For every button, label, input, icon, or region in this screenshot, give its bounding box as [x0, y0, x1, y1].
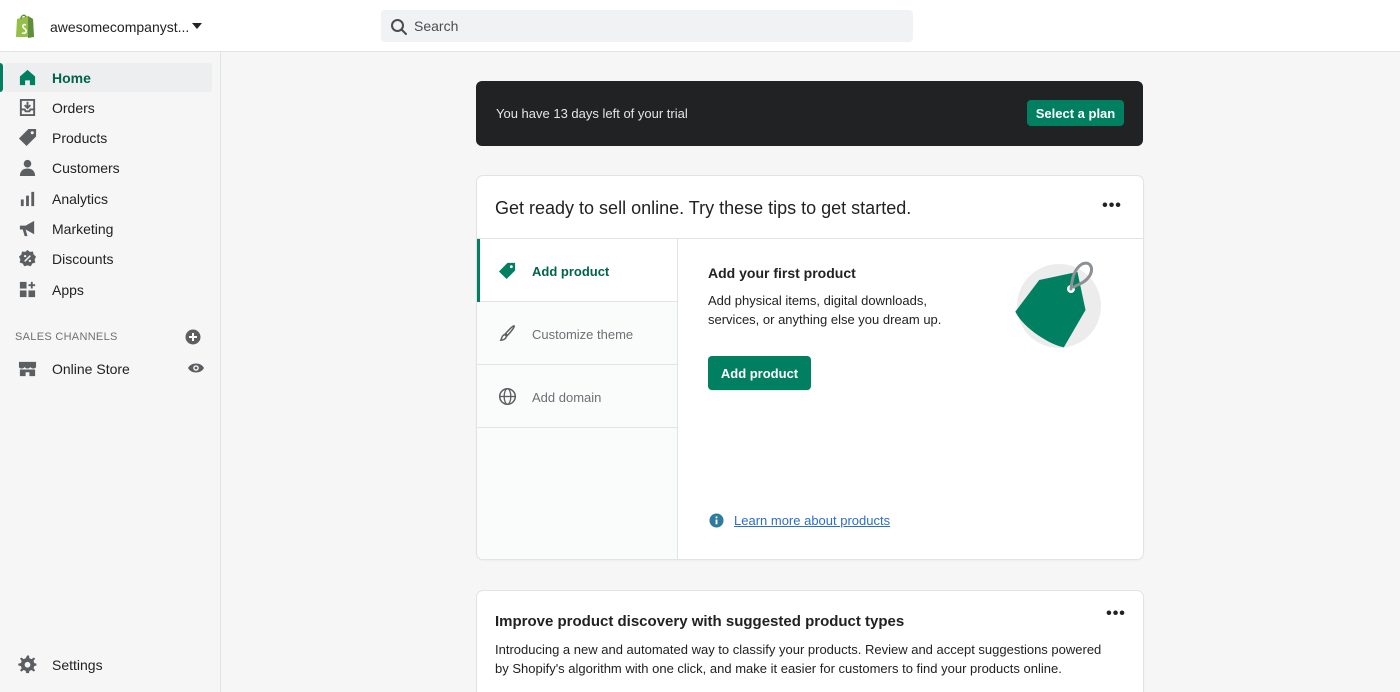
search-box[interactable]: [381, 10, 913, 42]
sidebar-item-label: Customers: [52, 160, 120, 176]
home-icon: [19, 69, 36, 86]
person-icon: [19, 159, 36, 177]
info-icon: [709, 513, 724, 528]
bar-chart-icon: [20, 191, 35, 207]
product-discovery-card: Improve product discovery with suggested…: [477, 591, 1143, 692]
select-plan-button[interactable]: Select a plan: [1027, 100, 1124, 126]
more-actions-icon[interactable]: •••: [1100, 198, 1124, 219]
tip-content-description: Add physical items, digital downloads, s…: [708, 293, 942, 327]
tips-card: Get ready to sell online. Try these tips…: [477, 176, 1143, 559]
megaphone-icon: [19, 220, 35, 237]
sidebar-item-label: Marketing: [52, 221, 114, 237]
sidebar-item-analytics[interactable]: Analytics: [4, 184, 212, 213]
store-name[interactable]: awesomecompanyst...: [50, 19, 189, 35]
sales-channels-title: SALES CHANNELS: [15, 331, 118, 343]
sidebar-item-customers[interactable]: Customers: [4, 153, 212, 182]
sidebar: Home Orders Products Customers Analytics: [0, 52, 221, 692]
sidebar-item-home[interactable]: Home: [0, 63, 212, 92]
sidebar-item-label: Orders: [52, 100, 95, 116]
sidebar-item-label: Online Store: [52, 361, 130, 377]
shopify-logo-icon[interactable]: [13, 13, 37, 39]
sidebar-item-online-store[interactable]: Online Store: [4, 354, 212, 383]
sidebar-item-label: Settings: [52, 657, 103, 673]
sidebar-item-label: Products: [52, 130, 108, 146]
sidebar-item-discounts[interactable]: Discounts: [4, 244, 212, 273]
tab-add-domain[interactable]: Add domain: [477, 365, 677, 428]
trial-text: You have 13 days left of your trial: [496, 106, 688, 121]
discovery-title: Improve product discovery with suggested…: [495, 613, 905, 630]
sidebar-item-orders[interactable]: Orders: [4, 93, 212, 122]
search-icon: [391, 19, 407, 35]
add-channel-icon[interactable]: [185, 329, 201, 345]
product-tag-illustration: [1015, 261, 1101, 348]
eye-icon[interactable]: [187, 361, 205, 375]
tag-icon: [498, 262, 516, 280]
globe-icon: [498, 387, 517, 406]
store-icon: [18, 361, 37, 377]
tips-title: Get ready to sell online. Try these tips…: [495, 198, 912, 218]
tag-icon: [18, 128, 37, 147]
tab-customize-theme[interactable]: Customize theme: [477, 302, 677, 365]
discount-icon: [18, 249, 37, 267]
more-actions-icon[interactable]: •••: [1104, 606, 1128, 627]
sidebar-item-label: Discounts: [52, 251, 114, 267]
tab-label: Add product: [532, 264, 610, 279]
search-input[interactable]: [414, 11, 904, 41]
top-bar: awesomecompanyst...: [0, 0, 1400, 52]
learn-more-products-link[interactable]: Learn more about products: [734, 513, 890, 528]
discovery-description: Introducing a new and automated way to c…: [495, 642, 1102, 676]
gear-icon: [18, 655, 37, 674]
tab-label: Customize theme: [532, 327, 634, 342]
tip-content-title: Add your first product: [708, 265, 856, 281]
tab-label: Add domain: [532, 390, 602, 405]
add-product-button[interactable]: Add product: [708, 356, 811, 390]
sidebar-item-label: Home: [52, 70, 91, 86]
sidebar-item-label: Apps: [52, 282, 84, 298]
orders-icon: [19, 98, 36, 117]
sidebar-item-marketing[interactable]: Marketing: [4, 214, 212, 243]
sidebar-item-settings[interactable]: Settings: [4, 650, 212, 679]
trial-banner: You have 13 days left of your trial Sele…: [476, 81, 1143, 146]
sidebar-item-apps[interactable]: Apps: [4, 275, 212, 304]
tips-nav: Add product Customize theme Add domain: [477, 239, 678, 559]
sidebar-item-label: Analytics: [52, 191, 109, 207]
brush-icon: [499, 325, 515, 341]
sidebar-item-products[interactable]: Products: [4, 123, 212, 152]
tab-add-product[interactable]: Add product: [477, 239, 677, 302]
caret-down-icon[interactable]: [191, 21, 203, 31]
apps-icon: [19, 281, 36, 298]
